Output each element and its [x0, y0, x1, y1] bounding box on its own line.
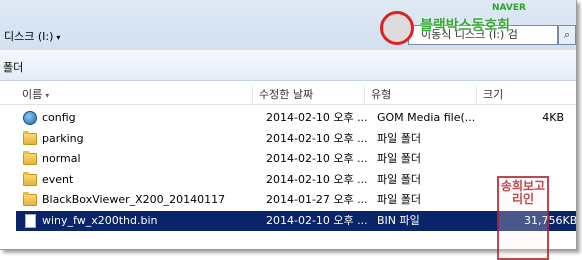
column-date-label: 수정한 날짜: [259, 88, 314, 101]
file-type: 파일 폴더: [377, 173, 421, 186]
file-type: BIN 파일: [377, 214, 420, 227]
file-size: 4KB: [542, 111, 564, 124]
new-folder-button[interactable]: 폴더: [3, 59, 23, 75]
gom-media-icon: [23, 111, 37, 125]
column-header: 이름 ▾ 수정한 날짜 유형 크기: [0, 86, 576, 105]
file-row-event[interactable]: event 2014-02-10 오후 ... 파일 폴더: [16, 170, 576, 190]
folder-icon: [23, 151, 37, 165]
sort-icon: ▾: [45, 91, 50, 100]
file-name: event: [42, 173, 74, 186]
address-bar: 디스크 (I:) ▾ 이동식 디스크 (I:) 검 ⌕: [0, 0, 576, 50]
file-row-config[interactable]: config 2014-02-10 오후 ... GOM Media file(…: [16, 108, 576, 128]
column-name[interactable]: 이름 ▾: [16, 86, 253, 104]
breadcrumb-drive[interactable]: 디스크 (I:): [4, 30, 53, 43]
chevron-down-icon[interactable]: ▾: [56, 33, 60, 42]
search-icon[interactable]: ⌕: [558, 25, 576, 45]
toolbar: 폴더: [0, 50, 576, 81]
file-date: 2014-02-10 오후 ...: [266, 132, 368, 145]
file-date: 2014-01-27 오후 ...: [266, 193, 368, 206]
file-type: 파일 폴더: [377, 193, 421, 206]
column-name-label: 이름: [22, 88, 43, 101]
column-type-label: 유형: [371, 88, 392, 101]
folder-icon: [23, 131, 37, 145]
file-row-parking[interactable]: parking 2014-02-10 오후 ... 파일 폴더: [16, 129, 576, 149]
column-size[interactable]: 크기: [477, 86, 576, 104]
stamp-text: 송희보고리인: [500, 179, 546, 206]
file-date: 2014-02-10 오후 ...: [266, 214, 368, 227]
column-type[interactable]: 유형: [365, 86, 477, 104]
file-row-blackboxviewer[interactable]: BlackBoxViewer_X200_20140117 2014-01-27 …: [16, 190, 576, 210]
folder-icon: [23, 192, 37, 206]
folder-icon: [23, 172, 37, 186]
file-date: 2014-02-10 오후 ...: [266, 173, 368, 186]
file-type: GOM Media file(...: [377, 111, 476, 124]
column-size-label: 크기: [483, 88, 504, 101]
file-row-firmware[interactable]: winy_fw_x200thd.bin 2014-02-10 오후 ... BI…: [16, 211, 576, 231]
file-name: config: [42, 111, 76, 124]
signature-stamp: 송희보고리인: [497, 176, 549, 260]
file-name: BlackBoxViewer_X200_20140117: [42, 193, 226, 206]
file-row-normal[interactable]: normal 2014-02-10 오후 ... 파일 폴더: [16, 149, 576, 169]
file-name: winy_fw_x200thd.bin: [42, 214, 158, 227]
column-date[interactable]: 수정한 날짜: [253, 86, 365, 104]
search-input[interactable]: 이동식 디스크 (I:) 검: [408, 25, 558, 45]
explorer-window: 디스크 (I:) ▾ 이동식 디스크 (I:) 검 ⌕ 폴더 이름 ▾ 수정한 날짜…: [0, 0, 577, 250]
breadcrumb[interactable]: 디스크 (I:) ▾: [4, 28, 60, 44]
file-name: normal: [42, 152, 81, 165]
bin-file-icon: [25, 214, 36, 228]
file-date: 2014-02-10 오후 ...: [266, 152, 368, 165]
file-name: parking: [42, 132, 84, 145]
file-type: 파일 폴더: [377, 132, 421, 145]
file-date: 2014-02-10 오후 ...: [266, 111, 368, 124]
file-type: 파일 폴더: [377, 152, 421, 165]
